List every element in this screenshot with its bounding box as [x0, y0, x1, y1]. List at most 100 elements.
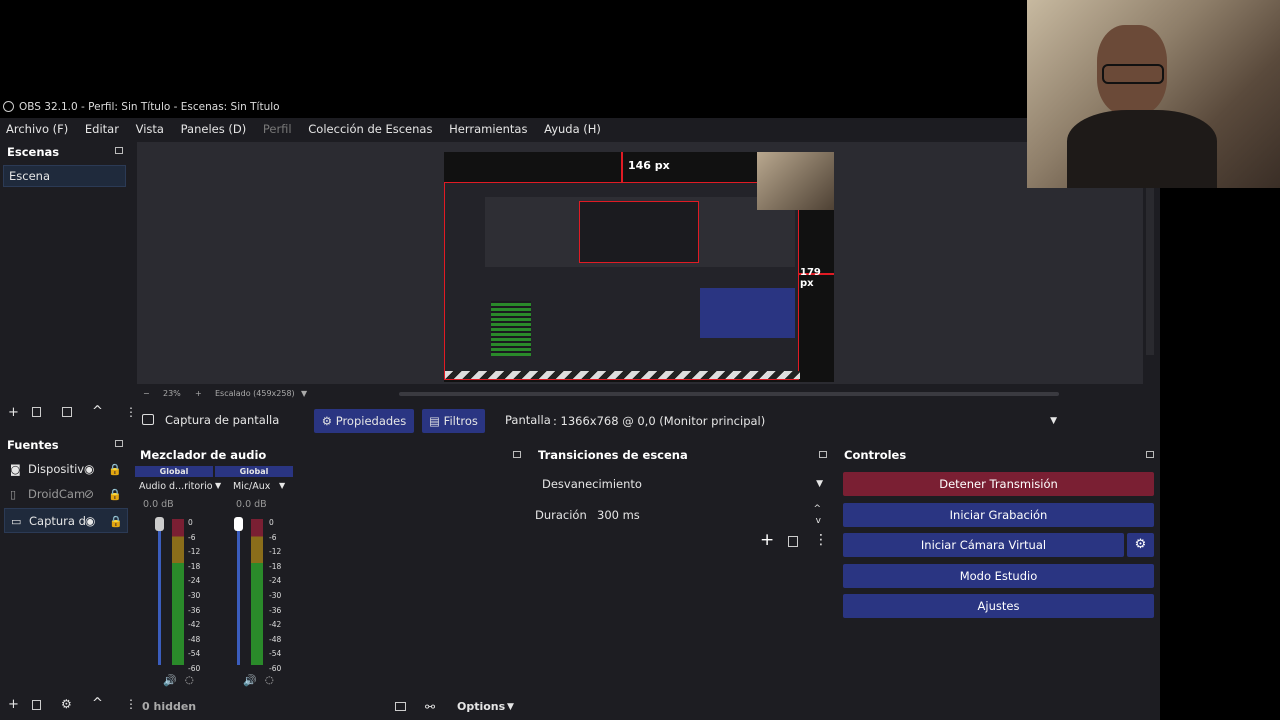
nested-mixer — [491, 301, 531, 356]
trash-icon[interactable] — [788, 536, 798, 547]
source-item-selected[interactable]: ▭ Captura d ◉ 🔒 — [4, 508, 128, 533]
sources-title: Fuentes — [7, 438, 59, 452]
duration-input[interactable]: 300 ms ^ v — [592, 503, 829, 527]
undock-icon[interactable] — [115, 147, 123, 154]
controls-dock: Controles Detener Transmisión Iniciar Gr… — [838, 444, 1160, 720]
display-select[interactable]: : 1366x768 @ 0,0 (Monitor principal) ▼ — [553, 409, 1063, 433]
volume-slider[interactable] — [158, 519, 161, 665]
undock-icon[interactable] — [115, 440, 123, 447]
screen-capture-source[interactable] — [444, 182, 800, 380]
menu-editar[interactable]: Editar — [85, 122, 119, 136]
eye-icon[interactable]: ◉ — [85, 509, 95, 534]
glasses — [1102, 64, 1164, 84]
settings-button[interactable]: Ajustes — [843, 594, 1154, 618]
options-button[interactable]: Options — [457, 696, 505, 718]
zoom-level: 23% — [163, 389, 181, 398]
add-icon[interactable]: + — [8, 697, 19, 712]
person-body — [1067, 110, 1217, 188]
menu-herramientas[interactable]: Herramientas — [449, 122, 527, 136]
scale-tick: -42 — [188, 620, 201, 630]
menu-coleccion[interactable]: Colección de Escenas — [308, 122, 432, 136]
scale-tick: -18 — [188, 561, 201, 571]
menu-ayuda[interactable]: Ayuda (H) — [544, 122, 601, 136]
channel-name[interactable]: Audio d...ritorio — [139, 481, 213, 492]
speaker-icon[interactable]: 🔊 — [163, 674, 177, 687]
display-label: Pantalla — [505, 413, 551, 427]
mixer-footer: 0 hidden ⚯ Options ▼ — [135, 696, 527, 718]
add-icon[interactable]: + — [760, 530, 774, 550]
lock-icon[interactable]: 🔒 — [108, 457, 122, 482]
link-icon[interactable]: ⚯ — [425, 696, 435, 718]
scale-tick: -54 — [269, 649, 282, 659]
transition-select[interactable]: Desvanecimiento ▼ — [537, 472, 829, 496]
lock-icon[interactable]: 🔒 — [109, 509, 123, 534]
source-label: DroidCam — [28, 487, 86, 501]
lock-icon[interactable]: 🔒 — [108, 482, 122, 507]
trash-icon[interactable] — [32, 407, 41, 417]
hidden-count: 0 hidden — [142, 700, 197, 713]
undock-icon[interactable] — [819, 451, 827, 458]
filters-button[interactable]: ▤ Filtros — [422, 409, 485, 433]
studio-mode-button[interactable]: Modo Estudio — [843, 564, 1154, 588]
undock-icon[interactable] — [513, 451, 521, 458]
zoom-out-icon[interactable]: − — [143, 386, 150, 402]
filters-label: Filtros — [443, 414, 478, 428]
sources-dock: Fuentes ◙ Dispositiv ◉ 🔒 ▯ DroidCam ⊘ 🔒 … — [0, 436, 137, 720]
filter-icon: ▤ — [429, 414, 441, 428]
gear-icon: ⚙ — [321, 414, 333, 428]
chevron-up-icon[interactable]: ^ — [92, 404, 103, 419]
scale-tick: 0 — [188, 518, 193, 527]
meter-scale: 0 -6 -12 -18 -24 -30 -36 -42 -48 -54 -60 — [269, 516, 281, 677]
scenes-title: Escenas — [7, 145, 60, 159]
nested-inner-preview — [579, 201, 699, 263]
stop-streaming-button[interactable]: Detener Transmisión — [843, 472, 1154, 496]
volume-handle[interactable] — [234, 517, 243, 531]
eye-icon[interactable]: ◉ — [84, 457, 94, 482]
channel-name[interactable]: Mic/Aux — [233, 481, 270, 492]
preview-area[interactable]: 146 px 179 px − 23% + Escalado (459x258)… — [137, 142, 1143, 398]
source-item[interactable]: ◙ Dispositiv ◉ 🔒 — [4, 457, 128, 482]
trash-icon[interactable] — [32, 700, 41, 710]
more-icon[interactable]: ⋮ — [814, 532, 828, 548]
speaker-icon[interactable]: 🔊 — [243, 674, 257, 687]
virtual-camera-settings-button[interactable]: ⚙ — [1127, 533, 1154, 557]
crop-hatch — [445, 371, 800, 379]
layout-icon[interactable] — [395, 702, 406, 711]
source-item[interactable]: ▯ DroidCam ⊘ 🔒 — [4, 482, 128, 507]
monitor-off-icon[interactable]: ◌ — [265, 675, 274, 686]
menu-vista[interactable]: Vista — [136, 122, 164, 136]
monitor-icon — [142, 414, 154, 425]
menu-archivo[interactable]: Archivo (F) — [6, 122, 68, 136]
duration-value: 300 ms — [597, 508, 640, 522]
channel-db: 0.0 dB — [236, 499, 267, 510]
eye-hidden-icon[interactable]: ⊘ — [84, 482, 94, 507]
start-recording-button[interactable]: Iniciar Grabación — [843, 503, 1154, 527]
chevron-down-icon[interactable]: ▼ — [279, 481, 285, 490]
filter-icon[interactable] — [62, 407, 72, 417]
menu-paneles[interactable]: Paneles (D) — [181, 122, 247, 136]
chevron-down-icon[interactable]: ▼ — [507, 696, 514, 718]
undock-icon[interactable] — [1146, 451, 1154, 458]
chevron-down-icon[interactable]: v — [816, 509, 821, 533]
scale-tick: -6 — [188, 532, 196, 542]
properties-button[interactable]: ⚙ Propiedades — [314, 409, 414, 433]
menu-perfil[interactable]: Perfil — [263, 122, 292, 136]
chevron-up-icon[interactable]: ^ — [92, 696, 103, 711]
start-virtual-camera-button[interactable]: Iniciar Cámara Virtual — [843, 533, 1124, 557]
scale-tick: 0 — [269, 518, 274, 527]
more-icon[interactable]: ⋮ — [125, 405, 137, 419]
preview-scrollbar[interactable] — [399, 392, 1059, 396]
audio-mixer-dock: Mezclador de audio Global Audio d...rito… — [135, 444, 527, 720]
scale-tick: -30 — [188, 590, 201, 600]
distance-right-label: 179 px — [800, 267, 821, 289]
scale-tick: -24 — [188, 576, 201, 586]
scale-dropdown-icon[interactable]: ▼ — [301, 386, 307, 402]
scene-item[interactable]: Escena — [3, 165, 126, 187]
monitor-off-icon[interactable]: ◌ — [185, 675, 194, 686]
add-icon[interactable]: + — [8, 405, 19, 420]
zoom-in-icon[interactable]: + — [195, 386, 202, 402]
volume-slider[interactable] — [237, 519, 240, 665]
obs-logo-icon — [3, 101, 14, 112]
volume-handle[interactable] — [155, 517, 164, 531]
gear-icon[interactable]: ⚙ — [61, 697, 72, 711]
